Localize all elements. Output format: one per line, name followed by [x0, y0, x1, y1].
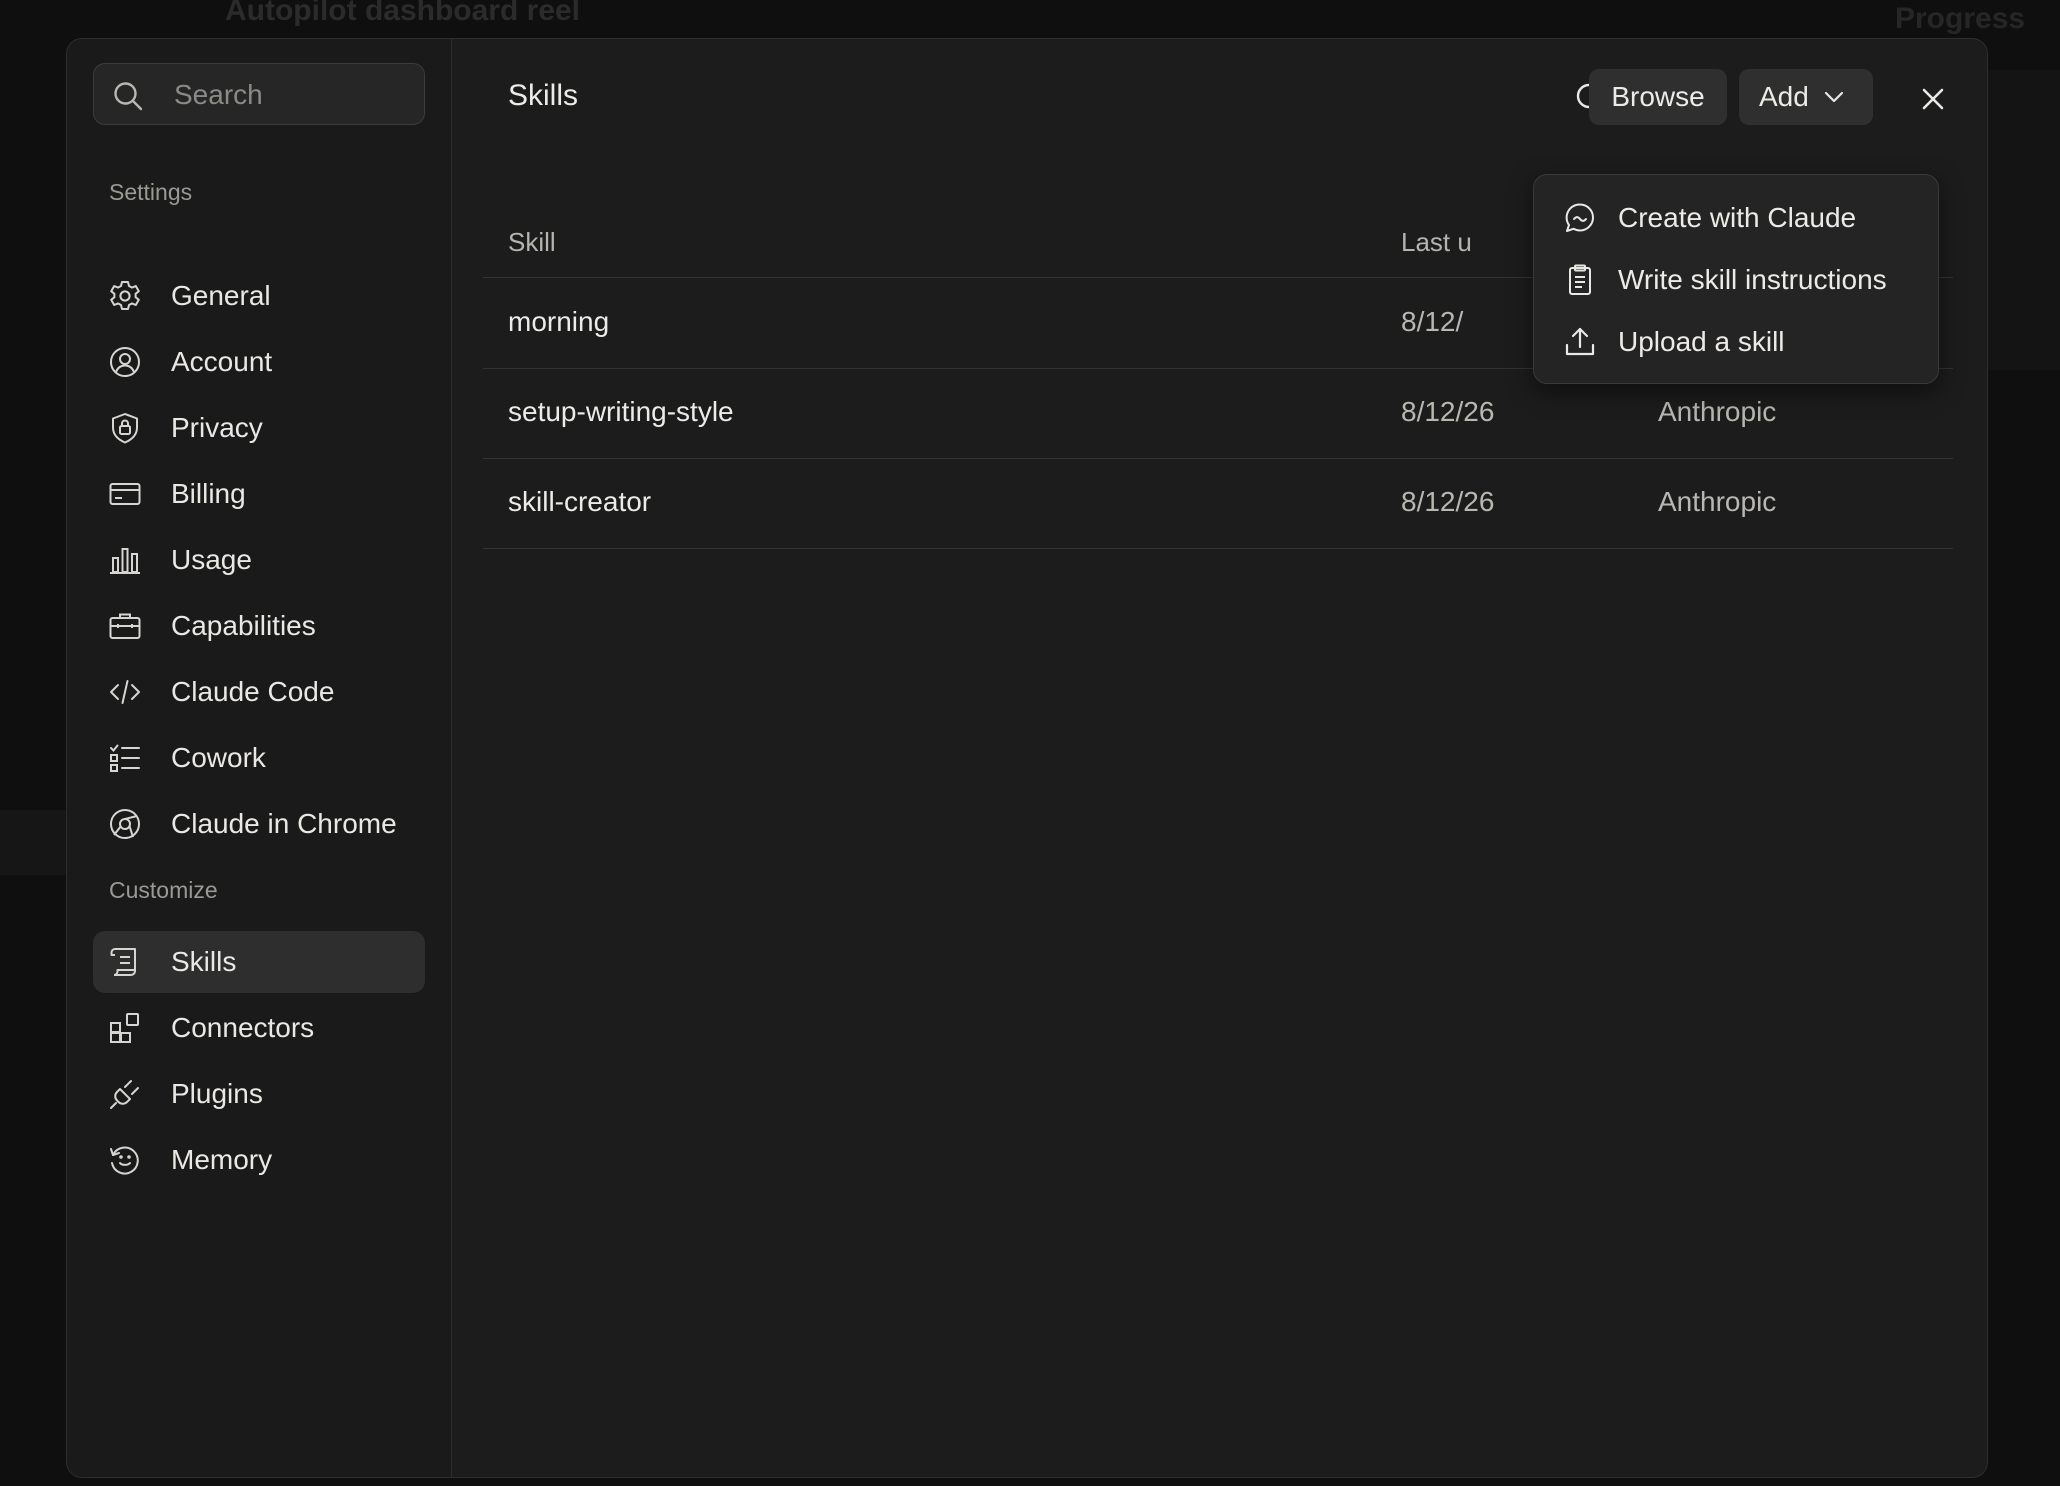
sidebar-item-claude-in-chrome[interactable]: Claude in Chrome: [93, 793, 425, 855]
background-progress-label: Progress: [1895, 2, 2026, 35]
background-topbar: Autopilot dashboard reel Progress: [0, 0, 2060, 36]
sidebar-item-label: Skills: [171, 946, 237, 977]
skill-date: 8/12/: [1401, 306, 1464, 337]
user-circle-icon: [107, 344, 143, 380]
shield-lock-icon: [107, 410, 143, 446]
sidebar-item-claude-code[interactable]: Claude Code: [93, 661, 425, 723]
sidebar-item-label: Claude in Chrome: [171, 808, 397, 839]
sidebar-item-billing[interactable]: Billing: [93, 463, 425, 525]
menu-item-create-with-claude[interactable]: Create with Claude: [1534, 189, 1938, 247]
bar-chart-icon: [107, 542, 143, 578]
chevron-down-icon: [1824, 91, 1843, 103]
menu-item-write-skill-instructions[interactable]: Write skill instructions: [1534, 251, 1938, 309]
clipboard-icon: [1562, 262, 1598, 298]
skill-name: morning: [508, 306, 610, 337]
sidebar-item-label: Capabilities: [171, 610, 316, 641]
sidebar-item-capabilities[interactable]: Capabilities: [93, 595, 425, 657]
sidebar-item-label: Connectors: [171, 1012, 315, 1043]
customize-section-label: Customize: [109, 877, 218, 903]
sidebar-search[interactable]: [93, 63, 425, 126]
skill-name: setup-writing-style: [508, 396, 734, 427]
sidebar-item-label: Cowork: [171, 742, 266, 773]
gear-icon: [107, 278, 143, 314]
browse-button[interactable]: Browse: [1589, 69, 1727, 125]
sidebar-item-plugins[interactable]: Plugins: [93, 1063, 425, 1125]
background-strip: [0, 810, 66, 875]
search-icon: [114, 82, 143, 111]
upload-icon: [1562, 324, 1598, 360]
scroll-icon: [107, 944, 143, 980]
sidebar-item-cowork[interactable]: Cowork: [93, 727, 425, 789]
sidebar-item-label: Usage: [171, 544, 252, 575]
skill-date: 8/12/26: [1401, 396, 1495, 427]
settings-modal: Settings General Account: [66, 38, 1988, 1478]
skill-source: Anthropic: [1658, 396, 1777, 427]
menu-item-upload-a-skill[interactable]: Upload a skill: [1534, 313, 1938, 371]
sidebar-item-general[interactable]: General: [93, 265, 425, 327]
add-button-label: Add: [1759, 81, 1809, 112]
sidebar-item-label: Memory: [171, 1144, 273, 1175]
sidebar-item-label: Claude Code: [171, 676, 335, 707]
background-title: Autopilot dashboard reel: [225, 0, 581, 27]
search-input[interactable]: [172, 64, 416, 126]
briefcase-icon: [107, 608, 143, 644]
skill-date: 8/12/26: [1401, 486, 1495, 517]
page-title: Skills: [508, 79, 579, 112]
sidebar-item-usage[interactable]: Usage: [93, 529, 425, 591]
add-button[interactable]: Add: [1739, 69, 1873, 125]
sidebar-item-memory[interactable]: Memory: [93, 1129, 425, 1191]
code-icon: [107, 674, 143, 710]
history-icon: [107, 1142, 143, 1178]
grid-plus-icon: [107, 1010, 143, 1046]
chat-bubble-icon: [1562, 200, 1598, 236]
add-menu: Create with Claude Write skill instructi…: [1533, 174, 1939, 384]
settings-sidebar: Settings General Account: [67, 39, 452, 1477]
credit-card-icon: [107, 476, 143, 512]
column-header-skill[interactable]: Skill: [508, 227, 556, 258]
sidebar-item-label: Billing: [171, 478, 246, 509]
menu-item-label: Write skill instructions: [1618, 264, 1887, 295]
plug-icon: [107, 1076, 143, 1112]
column-header-last-updated[interactable]: Last u: [1401, 227, 1472, 258]
sidebar-item-connectors[interactable]: Connectors: [93, 997, 425, 1059]
menu-item-label: Create with Claude: [1618, 202, 1857, 233]
close-button[interactable]: [1909, 75, 1957, 123]
sidebar-item-account[interactable]: Account: [93, 331, 425, 393]
table-row[interactable]: skill-creator 8/12/26 Anthropic: [483, 458, 1953, 549]
sidebar-item-privacy[interactable]: Privacy: [93, 397, 425, 459]
checklist-icon: [107, 740, 143, 776]
globe-icon: [107, 806, 143, 842]
settings-section-label: Settings: [109, 179, 193, 205]
sidebar-item-label: Plugins: [171, 1078, 263, 1109]
sidebar-item-skills[interactable]: Skills: [93, 931, 425, 993]
sidebar-item-label: General: [171, 280, 271, 311]
skill-source: Anthropic: [1658, 486, 1777, 517]
close-icon: [1922, 88, 1944, 110]
sidebar-item-label: Account: [171, 346, 273, 377]
background-panel: [1985, 70, 2060, 370]
skill-name: skill-creator: [508, 486, 652, 517]
menu-item-label: Upload a skill: [1618, 326, 1785, 357]
sidebar-item-label: Privacy: [171, 412, 263, 443]
